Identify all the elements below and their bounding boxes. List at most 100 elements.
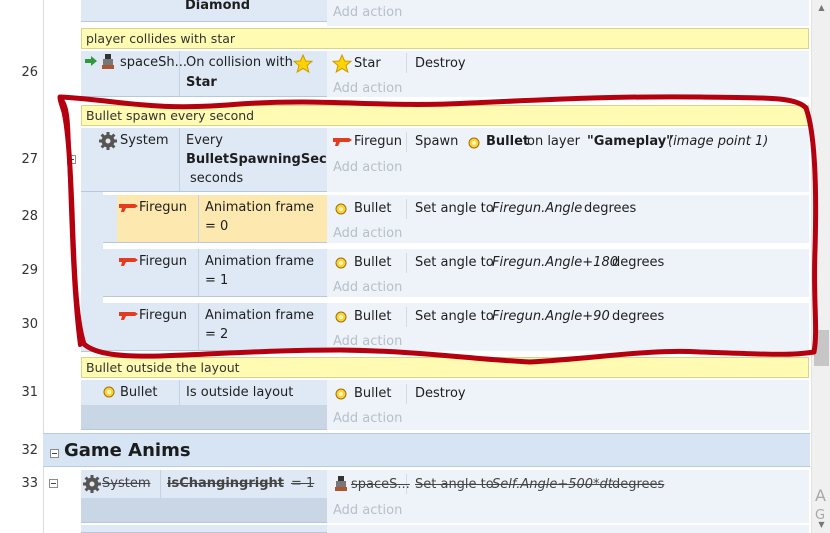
scroll-up-icon[interactable]: ▲ — [812, 0, 830, 16]
action-object-cell[interactable]: Bullet — [327, 199, 407, 219]
condition-object-cell[interactable]: Firegun — [103, 303, 199, 350]
condition-object-cell[interactable]: Firegun — [103, 249, 199, 296]
add-action-link[interactable]: Add action — [333, 334, 402, 349]
comment[interactable]: player collides with star — [81, 28, 809, 49]
condition-row[interactable]: System isChangingright = 1 — [81, 470, 327, 523]
collapse-toggle-icon[interactable] — [50, 449, 59, 458]
firegun-icon — [119, 204, 138, 212]
add-action-link[interactable]: Add action — [333, 226, 402, 241]
vertical-scrollbar[interactable]: ▲ ▼ — [811, 0, 830, 533]
row-number: 29 — [21, 263, 38, 278]
condition-value: Diamond — [185, 0, 251, 13]
bullet-icon — [335, 257, 347, 269]
condition-row[interactable]: spaceSh... On collision with Star — [81, 51, 327, 97]
action-object-cell[interactable]: Bullet — [327, 307, 407, 327]
collapse-toggle-icon[interactable] — [67, 155, 76, 164]
row-number: 33 — [21, 476, 38, 491]
add-action-link[interactable]: Add action — [333, 280, 402, 295]
condition-text: Is outside layout — [186, 385, 294, 400]
action-row[interactable]: Firegun Spawn Bullet on layer "Gameplay"… — [327, 132, 809, 152]
collapse-toggle-icon[interactable] — [49, 479, 58, 488]
action-text: (image point 1) — [668, 134, 769, 149]
action-expression: Firegun.Angle — [492, 201, 583, 216]
action-object-name: Firegun — [354, 134, 402, 149]
actions-area[interactable]: spaceS... Set angle to Self.Angle+500*dt… — [327, 470, 809, 523]
condition-text: Animation frame — [205, 254, 314, 269]
add-action-link[interactable]: Add action — [333, 411, 402, 426]
firegun-icon — [119, 312, 138, 320]
action-object-cell[interactable]: Bullet — [327, 253, 407, 273]
condition-row[interactable]: System Every BulletSpawningSecon seconds — [81, 128, 327, 192]
comment[interactable]: Bullet outside the layout — [81, 357, 809, 378]
condition-object-name: System — [120, 133, 169, 148]
add-action-link[interactable]: Add action — [333, 81, 402, 96]
action-text: degrees — [584, 201, 637, 216]
condition-row[interactable]: Firegun Animation frame = 1 — [103, 249, 327, 297]
bullet-icon — [335, 203, 347, 215]
action-text: Destroy — [415, 56, 466, 71]
watermark-text: A — [815, 486, 826, 505]
action-object-cell[interactable]: Firegun — [327, 132, 407, 152]
condition-object-cell[interactable]: spaceSh... — [81, 51, 187, 96]
actions-area[interactable]: Bullet Set angle to Firegun.Angle degree… — [327, 195, 809, 243]
watermark-text: G — [815, 508, 826, 523]
scrollbar-thumb[interactable] — [814, 330, 829, 366]
comment[interactable]: Bullet spawn every second — [81, 105, 809, 126]
row-number: 27 — [21, 152, 38, 167]
action-object-name: Star — [354, 56, 381, 71]
indent-bar — [81, 192, 103, 244]
action-text: degrees — [612, 309, 665, 324]
group-header[interactable]: Game Anims — [43, 433, 810, 467]
condition-object-name: Firegun — [139, 200, 187, 215]
actions-area[interactable]: Add action — [327, 0, 809, 26]
action-text: on layer — [527, 134, 580, 149]
condition-text: Every — [186, 133, 223, 148]
trigger-arrow-icon — [85, 56, 97, 66]
star-icon — [293, 54, 313, 73]
action-row[interactable]: Bullet Set angle to Firegun.Angle degree… — [327, 199, 809, 219]
condition-row[interactable]: Bullet Is outside layout — [81, 380, 327, 430]
condition-param: isChangingright — [167, 476, 284, 491]
condition-text: Animation frame — [205, 200, 314, 215]
condition-empty-area — [81, 498, 327, 522]
condition-cell[interactable]: Animation frame = 0 — [199, 195, 327, 242]
action-verb: Spawn — [415, 134, 459, 149]
condition-row[interactable]: Firegun Animation frame = 2 — [103, 303, 327, 351]
action-expression: Firegun.Angle+180 — [492, 255, 618, 270]
condition-text: Animation frame — [205, 308, 314, 323]
actions-area[interactable]: Bullet Set angle to Firegun.Angle+180 de… — [327, 249, 809, 297]
indent-bar — [81, 297, 103, 352]
condition-object-cell[interactable]: System — [81, 128, 180, 191]
action-object-cell[interactable]: Star — [327, 53, 407, 73]
condition-area[interactable]: Diamond — [81, 0, 327, 22]
add-action-link[interactable]: Add action — [333, 503, 402, 518]
condition-object-name: System — [102, 476, 151, 491]
actions-area[interactable]: Firegun Spawn Bullet on layer "Gameplay"… — [327, 128, 809, 192]
gear-icon — [99, 132, 117, 150]
condition-row[interactable]: Firegun Animation frame = 0 — [103, 195, 327, 243]
actions-area[interactable]: Star Destroy Add action — [327, 51, 809, 97]
action-object-cell[interactable]: spaceS... — [327, 474, 410, 494]
action-row[interactable]: Bullet Set angle to Firegun.Angle+180 de… — [327, 253, 809, 273]
action-object-name: spaceS... — [351, 477, 410, 492]
bullet-icon — [335, 388, 347, 400]
condition-text: = 1 — [205, 273, 229, 288]
actions-area[interactable]: Bullet Set angle to Firegun.Angle+90 deg… — [327, 303, 809, 351]
action-row[interactable]: Bullet Set angle to Firegun.Angle+90 deg… — [327, 307, 809, 327]
action-row[interactable]: Bullet Destroy — [327, 384, 809, 404]
add-action-link[interactable]: Add action — [333, 5, 402, 20]
add-action-link[interactable]: Add action — [333, 160, 402, 175]
condition-row[interactable] — [81, 525, 327, 533]
action-row[interactable]: Star Destroy — [327, 53, 809, 73]
condition-object-cell[interactable]: Firegun — [117, 195, 199, 242]
action-object-cell[interactable]: Bullet — [327, 384, 407, 404]
actions-area[interactable] — [327, 525, 809, 533]
action-text: Set angle to — [415, 309, 494, 324]
condition-text: seconds — [190, 171, 244, 186]
action-object-name: Bullet — [354, 255, 392, 270]
condition-object-name: Bullet — [120, 385, 158, 400]
bullet-icon — [335, 311, 347, 323]
actions-area[interactable]: Bullet Destroy Add action — [327, 380, 809, 430]
action-object-name: Bullet — [354, 309, 392, 324]
action-row[interactable]: spaceS... Set angle to Self.Angle+500*dt… — [327, 474, 809, 494]
